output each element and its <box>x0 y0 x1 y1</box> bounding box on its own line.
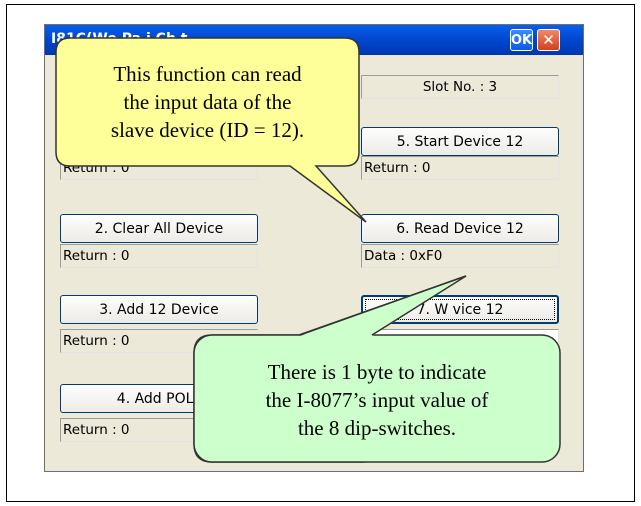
green-callout-text: There is 1 byte to indicate the I-8077’s… <box>194 358 560 442</box>
green-line-1: There is 1 byte to indicate <box>267 360 487 384</box>
green-line-2: the I-8077’s input value of <box>265 388 489 412</box>
green-line-3: the 8 dip-switches. <box>297 416 457 440</box>
